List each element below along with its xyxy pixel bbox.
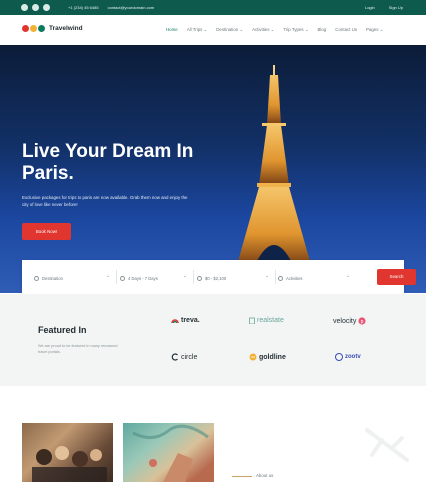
brand-name: velocity [333,317,357,325]
location-icon [34,275,39,281]
nav-item-blog[interactable]: Blog [318,27,327,33]
social-links [21,4,50,11]
group-travelers-photo [22,423,113,482]
decorative-airplane-icon [365,428,409,462]
duration-select[interactable]: 4 Days - 7 Days ⌄ [120,273,187,283]
hero-section: Live Your Dream In Paris. Exclusive pack… [0,45,426,293]
instagram-icon[interactable] [43,4,50,11]
brand-name: circle [181,353,198,361]
nav-item-trip-types[interactable]: Trip Types ⌄ [283,27,308,33]
destination-select[interactable]: Destination ⌄ [34,273,110,283]
field-divider [275,270,276,284]
chevron-down-icon: ⌄ [105,273,110,279]
chevron-down-icon: ⌄ [264,273,269,279]
search-button[interactable]: Search [377,269,416,285]
activity-icon [278,275,283,281]
brand-velocity[interactable]: velocity p [333,317,366,325]
destination-value: Destination [42,275,63,281]
chevron-down-icon: ⌄ [182,273,187,279]
featured-title: Featured In [38,325,87,335]
brand-circle[interactable]: circle [171,353,197,361]
featured-in-section: Featured In We are proud to be featured … [0,294,426,386]
login-link[interactable]: Login [365,5,375,10]
price-value: $0 - $2,100 [205,275,227,281]
about-us-label: About us [256,473,274,478]
top-bar: +1 (234) 45 6485 contact@yourdomain.com … [0,0,426,15]
activities-select[interactable]: Activities ⌄ [278,273,350,283]
trip-search-bar: Destination ⌄ 4 Days - 7 Days ⌄ $0 - $2,… [22,260,416,294]
nav-item-pages[interactable]: Pages ⌄ [366,27,383,33]
email-address[interactable]: contact@yourdomain.com [108,5,155,10]
brand-goldline[interactable]: goldline [249,353,286,361]
velocity-logo-icon: p [358,317,366,325]
field-divider [193,270,194,284]
logo-text: Travelwind [49,25,83,32]
twitter-icon[interactable] [32,4,39,11]
brand-name: treva. [181,317,200,324]
nav-item-home[interactable]: Home [166,27,178,33]
brand-treva[interactable]: treva. [171,317,200,324]
book-now-button[interactable]: Book Now! [22,223,71,240]
nav-menu: Home All Trips ⌄ Destination ⌄ Activitie… [166,27,383,33]
signup-link[interactable]: Sign Up [389,5,403,10]
brand-name: realstate [257,317,284,324]
contact-info: +1 (234) 45 6485 contact@yourdomain.com [68,5,154,10]
section-divider-line [232,476,252,477]
treva-logo-icon [171,319,179,324]
field-divider [116,270,117,284]
brand-name: zootv [345,354,361,360]
activities-value: Activities [286,275,303,281]
nav-item-destination[interactable]: Destination ⌄ [216,27,243,33]
goldline-logo-icon [249,353,257,361]
circle-logo-icon [171,353,178,361]
price-tag-icon [197,275,202,281]
main-nav: Travelwind Home All Trips ⌄ Destination … [0,15,426,45]
price-select[interactable]: $0 - $2,100 ⌄ [197,273,269,283]
brand-zootv[interactable]: zootv [335,353,361,361]
map-planning-photo [123,423,214,482]
svg-text:p: p [361,319,364,325]
featured-description: We are proud to be featured in many reno… [38,344,118,354]
zootv-logo-icon [335,353,343,361]
duration-value: 4 Days - 7 Days [128,275,158,281]
nav-item-contact[interactable]: Contact Us [335,27,357,33]
auth-links: Login Sign Up [365,5,403,10]
building-icon [249,317,255,324]
hero-title: Live Your Dream In Paris. [22,141,194,184]
logo-mark-icon [22,25,45,32]
hero-subtitle: Exclusive packages for trips to paris ar… [22,195,188,207]
clock-icon [120,275,125,281]
logo[interactable]: Travelwind [22,25,83,32]
phone-number[interactable]: +1 (234) 45 6485 [68,5,99,10]
brand-realstate[interactable]: realstate [249,317,284,324]
facebook-icon[interactable] [21,4,28,11]
nav-item-activities[interactable]: Activities ⌄ [252,27,274,33]
brand-name: goldline [259,353,286,361]
chevron-down-icon: ⌄ [345,273,350,279]
nav-item-all-trips[interactable]: All Trips ⌄ [187,27,208,33]
